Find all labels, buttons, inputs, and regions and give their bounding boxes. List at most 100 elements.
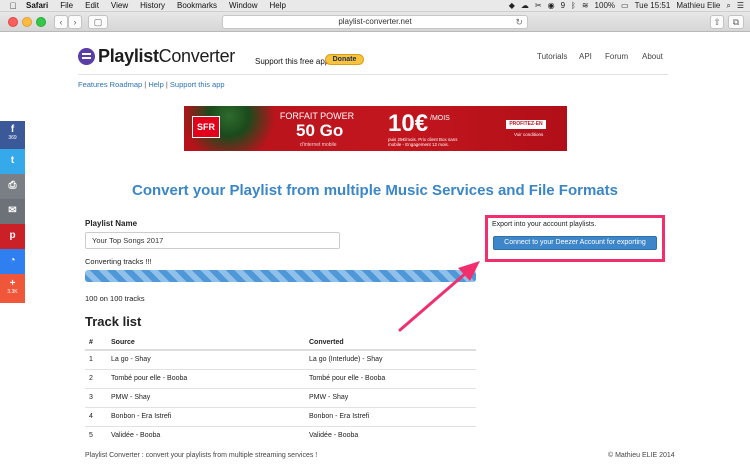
wifi-icon[interactable]: ≋ [582,0,589,12]
conversion-status: Converting tracks !!! [85,257,152,266]
advertisement-banner[interactable]: SFR FORFAIT POWER 50 Go d'internet mobil… [184,106,567,151]
share-twitter-button[interactable]: t [0,149,25,174]
track-number: 2 [85,368,111,388]
dropbox-icon[interactable]: ◆ [509,0,515,12]
menu-bar:  Safari File Edit View History Bookmark… [0,0,750,12]
menu-window[interactable]: Window [223,0,263,12]
header-divider [78,74,668,75]
notification-icon[interactable]: ◉ [548,0,555,12]
battery-percent: 100% [594,0,616,10]
share-more-button[interactable]: + 3.3K [0,274,25,303]
track-number: 3 [85,387,111,407]
link-separator: | [144,80,147,89]
table-header-row: # Source Converted [85,336,476,351]
user-name[interactable]: Mathieu Elie [676,0,720,12]
donate-button[interactable]: Donate [325,54,364,65]
playlist-name-label: Playlist Name [85,219,138,228]
track-source: Validée - Booba [111,425,309,445]
link-help[interactable]: Help [148,80,163,89]
conversion-progress-bar [85,270,476,282]
browser-toolbar: ‹ › ▢ playlist-converter.net ↻ ⇧ ⧉ [0,12,750,32]
menu-file[interactable]: File [54,0,79,12]
scissors-icon[interactable]: ✂ [535,0,542,12]
export-text: Export into your account playlists. [492,221,597,228]
menu-bookmarks[interactable]: Bookmarks [171,0,223,12]
column-source: Source [111,336,309,351]
reload-icon[interactable]: ↻ [515,16,523,28]
table-row: 1 La go - Shay La go (Interlude) - Shay [85,349,476,369]
table-row: 4 Bonbon - Era Istrefi Bonbon - Era Istr… [85,406,476,426]
site-logo[interactable]: Playlist Converter [78,46,235,67]
close-window-button[interactable] [8,17,18,27]
back-button[interactable]: ‹ [54,15,68,29]
track-converted: Tombé pour elle - Booba [309,368,476,388]
track-number: 4 [85,406,111,426]
battery-icon[interactable]: ▭ [621,0,629,12]
ad-line2: 50 Go [296,121,344,140]
logo-mark-icon [78,48,95,65]
track-converted: Validée - Booba [309,425,476,445]
link-features-roadmap[interactable]: Features Roadmap [78,80,142,89]
table-row: 2 Tombé pour elle - Booba Tombé pour ell… [85,368,476,388]
zoom-window-button[interactable] [36,17,46,27]
share-facebook-button[interactable]: f 369 [0,121,25,149]
cloud-icon[interactable]: ☁ [521,0,529,12]
nav-forum[interactable]: Forum [605,52,628,61]
minimize-window-button[interactable] [22,17,32,27]
track-converted: La go (Interlude) - Shay [309,349,476,369]
nav-tutorials[interactable]: Tutorials [537,52,567,61]
tabs-icon[interactable]: ⧉ [728,15,744,29]
more-share-count: 3.3K [7,289,18,295]
link-support[interactable]: Support this app [170,80,225,89]
playlist-name-input[interactable] [85,232,340,249]
menu-help[interactable]: Help [263,0,291,12]
export-panel: Export into your account playlists. Conn… [485,215,665,262]
share-messenger-button[interactable]: ◔ [0,249,25,274]
track-source: Tombé pour elle - Booba [111,368,309,388]
menu-view[interactable]: View [105,0,134,12]
menu-edit[interactable]: Edit [79,0,105,12]
ad-brand-logo: SFR [192,116,220,138]
column-number: # [85,336,111,351]
page-title: Convert your Playlist from multiple Musi… [132,182,618,199]
share-email-button[interactable]: ✉ [0,199,25,224]
notification-center-icon[interactable]: ☰ [737,0,744,12]
table-row: 5 Validée - Booba Validée - Booba [85,425,476,445]
track-source: Bonbon - Era Istrefi [111,406,309,426]
pinterest-icon: p [9,230,16,241]
track-source: La go - Shay [111,349,309,369]
track-number: 5 [85,425,111,445]
connect-deezer-button[interactable]: Connect to your Deezer Account for expor… [493,236,657,250]
share-pinterest-button[interactable]: p [0,224,25,249]
twitter-icon: t [10,155,15,166]
ad-price: 10€ [388,110,429,137]
notification-count: 9 [560,0,566,10]
support-text: Support this free app [255,57,330,66]
menu-history[interactable]: History [134,0,171,12]
ad-fine-print: puis 25€/mois. Prix client Box sans mobi… [388,137,458,147]
bluetooth-icon[interactable]: ᛒ [571,0,576,12]
nav-api[interactable]: API [579,52,592,61]
facebook-count: 369 [8,135,17,141]
logo-text-bold: Playlist [98,46,159,66]
apple-menu-icon[interactable]:  [6,0,20,12]
ad-cta-button[interactable]: PROFITEZ-EN [506,120,546,129]
footer-copyright: © Mathieu ELIE 2014 [608,452,675,459]
share-icon[interactable]: ⇧ [710,15,724,29]
plus-icon: + [9,278,16,289]
ad-line1: FORFAIT POWER [279,111,355,121]
track-count: 100 on 100 tracks [85,294,145,303]
spotlight-icon[interactable]: ⌕ [726,0,730,12]
ad-per-month: /MOIS [430,115,450,122]
clock[interactable]: Tue 15:51 [635,0,671,12]
forward-button[interactable]: › [68,15,82,29]
column-converted: Converted [309,336,476,351]
sidebar-icon[interactable]: ▢ [88,15,108,29]
track-table: # Source Converted 1 La go - Shay La go … [85,336,476,445]
address-bar[interactable]: playlist-converter.net ↻ [222,15,528,29]
track-number: 1 [85,349,111,369]
ad-conditions[interactable]: Voir conditions [514,132,543,137]
menu-app[interactable]: Safari [20,0,54,12]
nav-about[interactable]: About [642,52,663,61]
facebook-icon: f [10,124,15,135]
